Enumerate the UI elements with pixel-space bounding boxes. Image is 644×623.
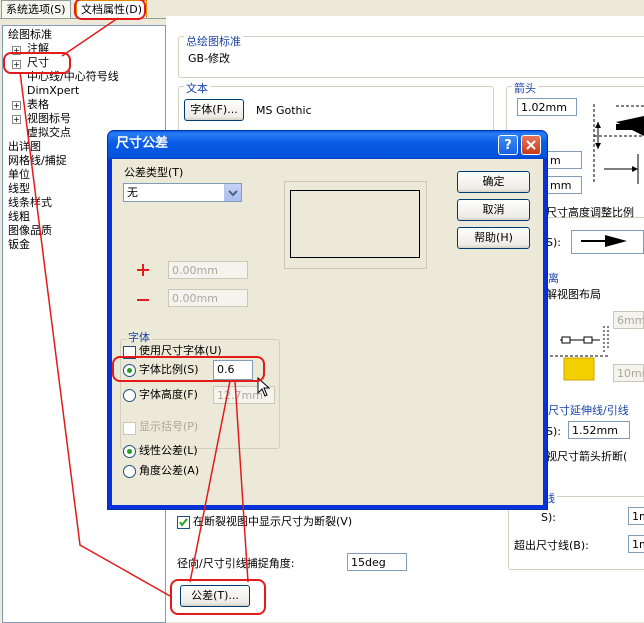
arrow-size-field[interactable]: 1.02mm bbox=[517, 98, 577, 116]
linear-tolerance-label: 线性公差(L) bbox=[139, 444, 198, 457]
gap-field[interactable]: 1m bbox=[628, 507, 644, 525]
extension-gap-field[interactable]: 1.52mm bbox=[568, 421, 630, 439]
show-parentheses-checkbox[interactable] bbox=[123, 422, 136, 435]
tree-item-view-labels[interactable]: 视图标号 bbox=[27, 112, 71, 125]
angular-tolerance-label: 角度公差(A) bbox=[139, 464, 200, 477]
tolerance-type-label: 公差类型(T) bbox=[124, 166, 184, 179]
offset-distance-field-2[interactable]: 10mm bbox=[613, 364, 644, 382]
tree-item-grid-snap[interactable]: 网格线/捕捉 bbox=[8, 154, 67, 167]
offset-distance-field-1[interactable]: 6mm bbox=[613, 311, 644, 329]
tree-item-tables[interactable]: 表格 bbox=[27, 98, 49, 111]
arrow-dimension-diagram bbox=[593, 104, 644, 184]
dialog-title: 尺寸公差 bbox=[116, 136, 169, 151]
preview-box bbox=[290, 190, 420, 258]
standard-group-title: 总绘图标准 bbox=[184, 33, 243, 49]
extension-gap-label: S): bbox=[546, 425, 561, 438]
break-arrow-label: 视尺寸箭头折断( bbox=[546, 450, 628, 463]
tree-item-drafting-standard[interactable]: 绘图标准 bbox=[8, 28, 52, 41]
beyond-dim-line-label: 超出尺寸线(B): bbox=[514, 539, 589, 552]
dropdown-button[interactable] bbox=[224, 184, 241, 201]
tree-item-line-font[interactable]: 线型 bbox=[8, 182, 30, 195]
font-name: MS Gothic bbox=[256, 104, 312, 117]
tree-item-virtual-sharps[interactable]: 虚拟交点 bbox=[27, 126, 71, 139]
minus-icon bbox=[137, 299, 149, 301]
annotation-oval-font-scale bbox=[112, 356, 265, 382]
break-layout-label: 解视图布局 bbox=[546, 288, 601, 301]
tab-system-options[interactable]: 系统选项(S) bbox=[1, 0, 71, 19]
standard-value: GB-修改 bbox=[188, 52, 231, 65]
close-icon[interactable] bbox=[521, 135, 541, 155]
font-group-title: 字体 bbox=[126, 331, 152, 345]
close-x-icon bbox=[526, 140, 536, 150]
show-parentheses-label: 显示括号(P) bbox=[139, 420, 199, 433]
dialog-titlebar[interactable]: 尺寸公差 ? bbox=[108, 131, 547, 159]
gap-label: S): bbox=[541, 511, 556, 524]
standard-group bbox=[178, 36, 644, 78]
arrow-style-label: S): bbox=[546, 236, 561, 249]
lower-tolerance-field[interactable]: 0.00mm bbox=[168, 289, 248, 307]
font-button[interactable]: 字体(F)... bbox=[184, 99, 244, 121]
preview-frame bbox=[284, 181, 427, 269]
arrow-group-title: 箭头 bbox=[512, 80, 538, 96]
ok-button[interactable]: 确定 bbox=[457, 171, 530, 193]
arrow-style-icon bbox=[581, 235, 627, 247]
angular-tolerance-radio[interactable] bbox=[123, 465, 136, 478]
beyond-dim-line-field[interactable]: 1m bbox=[628, 535, 644, 553]
dimension-tolerance-dialog: 尺寸公差 ? 公差类型(T) 无 确定 取消 帮助(H) 0.00mm 0.00… bbox=[107, 130, 548, 510]
tolerance-type-value: 无 bbox=[127, 186, 138, 199]
annotation-oval-doc-props bbox=[74, 0, 146, 20]
dialog-body: 公差类型(T) 无 确定 取消 帮助(H) 0.00mm 0.00mm 字体 使… bbox=[112, 159, 543, 505]
cancel-button[interactable]: 取消 bbox=[457, 199, 530, 221]
arrow-length-field[interactable]: mm bbox=[546, 176, 582, 194]
checkmark-icon bbox=[179, 518, 188, 527]
arrow-width-field[interactable]: m bbox=[546, 151, 582, 169]
font-height-radio[interactable] bbox=[123, 389, 136, 402]
offset-group-title: 离 bbox=[546, 270, 561, 286]
offset-diagram bbox=[550, 326, 610, 381]
linear-tolerance-radio[interactable] bbox=[123, 445, 136, 458]
expand-icon[interactable]: + bbox=[12, 115, 21, 124]
tree-item-units[interactable]: 单位 bbox=[8, 168, 30, 181]
font-height-label: 字体高度(F) bbox=[139, 388, 198, 401]
tree-item-detailing[interactable]: 出详图 bbox=[8, 140, 41, 153]
annotation-oval-dimensions bbox=[3, 52, 71, 74]
tolerance-type-select[interactable]: 无 bbox=[123, 183, 242, 202]
help-icon[interactable]: ? bbox=[498, 135, 518, 155]
break-view-checkbox[interactable] bbox=[177, 516, 190, 529]
break-view-label: 在断裂视图中显示尺寸为断裂(V) bbox=[193, 515, 353, 528]
plus-icon bbox=[137, 264, 149, 276]
tree-item-line-thickness[interactable]: 线粗 bbox=[8, 210, 30, 223]
tree-item-line-style[interactable]: 线条样式 bbox=[8, 196, 52, 209]
help-button[interactable]: 帮助(H) bbox=[457, 227, 530, 249]
upper-tolerance-field[interactable]: 0.00mm bbox=[168, 261, 248, 279]
snap-angle-label: 径向/尺寸引线捕捉角度: bbox=[177, 557, 295, 570]
extension-line-group-title: 尺寸延伸线/引线 bbox=[546, 402, 631, 418]
text-group-title: 文本 bbox=[184, 80, 210, 96]
tree-item-sheet-metal[interactable]: 钣金 bbox=[8, 238, 30, 251]
scale-arrow-label: 尺寸高度调整比例 bbox=[546, 206, 634, 219]
snap-angle-field[interactable]: 15deg bbox=[347, 553, 407, 571]
tree-item-dimxpert[interactable]: DimXpert bbox=[27, 84, 79, 97]
arrow-style-select[interactable] bbox=[571, 230, 644, 254]
expand-icon[interactable]: + bbox=[12, 101, 21, 110]
chevron-down-icon bbox=[228, 190, 238, 197]
annotation-oval-tolerance bbox=[170, 579, 266, 615]
tree-item-image-quality[interactable]: 图像品质 bbox=[8, 224, 52, 237]
